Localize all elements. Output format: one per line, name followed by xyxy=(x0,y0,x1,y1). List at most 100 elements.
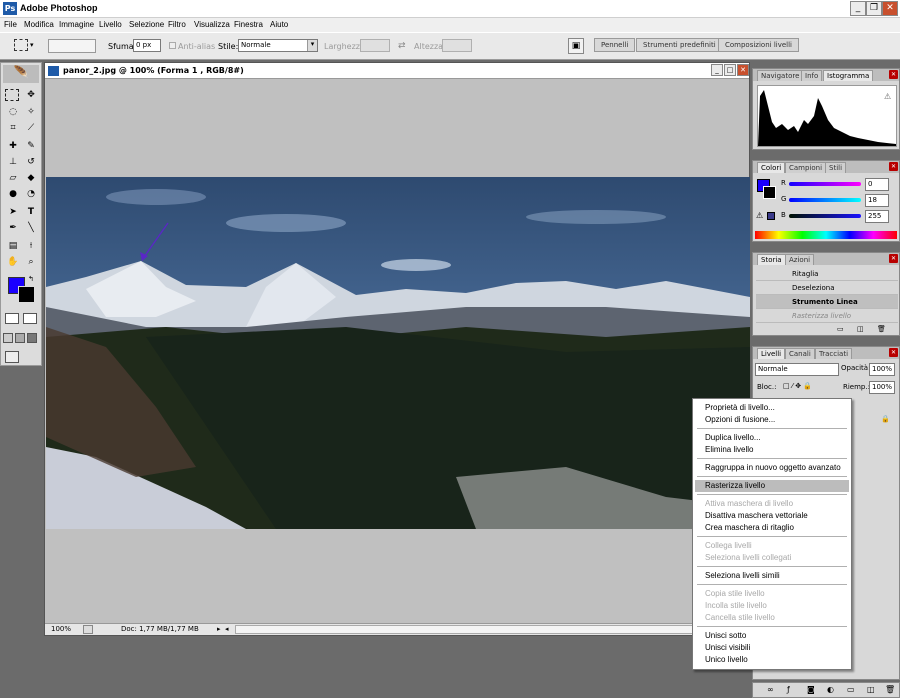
screen-mode-standard-icon[interactable] xyxy=(3,333,13,343)
tab-istogramma[interactable]: Istogramma xyxy=(823,70,874,81)
snapshot-icon[interactable]: ◫ xyxy=(857,325,864,333)
menu-visualizza[interactable]: Visualizza xyxy=(194,20,230,29)
context-menu-item[interactable]: Proprietà di livello... xyxy=(695,402,849,414)
menu-aiuto[interactable]: Aiuto xyxy=(270,20,288,29)
trash-icon[interactable]: 🗑 xyxy=(877,325,886,333)
tab-campioni[interactable]: Campioni xyxy=(785,162,827,173)
menu-livello[interactable]: Livello xyxy=(99,20,122,29)
close-icon[interactable]: ✕ xyxy=(889,254,898,263)
stile-select[interactable]: Normale xyxy=(238,39,318,52)
context-menu-item[interactable]: Opzioni di fusione... xyxy=(695,414,849,426)
sfuma-input[interactable]: 0 px xyxy=(133,39,161,52)
notes-icon[interactable]: ▤ xyxy=(5,239,21,253)
history-item[interactable]: Deseleziona xyxy=(756,281,898,295)
well-tab-composizioni[interactable]: Composizioni livelli xyxy=(718,38,799,52)
menu-modifica[interactable]: Modifica xyxy=(24,20,54,29)
path-selection-icon[interactable]: ➤ xyxy=(5,205,21,219)
history-item[interactable]: Rasterizza livello xyxy=(756,309,898,323)
context-menu-item[interactable]: Unico livello xyxy=(695,654,849,666)
status-options-icon[interactable] xyxy=(83,625,93,634)
context-menu-item[interactable]: Disattiva maschera vettoriale xyxy=(695,510,849,522)
hand-icon[interactable]: ✋ xyxy=(5,255,21,269)
context-menu-item[interactable]: Unisci sotto xyxy=(695,630,849,642)
tab-info[interactable]: Info xyxy=(801,70,823,81)
slice-icon[interactable]: ⟋ xyxy=(23,121,39,135)
history-item[interactable]: Ritaglia xyxy=(756,267,898,281)
tab-colori[interactable]: Colori xyxy=(757,162,786,173)
chevron-down-icon[interactable]: ▾ xyxy=(307,40,317,51)
close-icon[interactable]: ✕ xyxy=(737,64,749,76)
screen-mode-full-menu-icon[interactable] xyxy=(15,333,25,343)
link-layers-icon[interactable]: ∞ xyxy=(767,685,774,694)
context-menu-item[interactable]: Crea maschera di ritaglio xyxy=(695,522,849,534)
minimize-icon[interactable]: _ xyxy=(850,1,866,16)
lock-icons[interactable]: □ ⁄ ✥ 🔒 xyxy=(783,382,812,390)
layer-mask-icon[interactable]: ◙ xyxy=(807,685,815,694)
close-icon[interactable]: ✕ xyxy=(889,162,898,171)
blur-icon[interactable]: ● xyxy=(5,187,21,201)
type-icon[interactable]: T xyxy=(23,205,39,219)
context-menu-item[interactable]: Elimina livello xyxy=(695,444,849,456)
context-menu-item[interactable]: Duplica livello... xyxy=(695,432,849,444)
selection-mode-buttons[interactable] xyxy=(48,39,96,53)
new-group-icon[interactable]: ▭ xyxy=(847,685,855,694)
red-value[interactable]: 0 xyxy=(865,178,889,191)
zoom-level[interactable]: 100% xyxy=(51,625,71,633)
chevron-down-icon[interactable]: ▾ xyxy=(30,41,34,49)
adjustment-layer-icon[interactable]: ◐ xyxy=(827,685,834,694)
menu-filtro[interactable]: Filtro xyxy=(168,20,186,29)
clone-stamp-icon[interactable]: ⊥ xyxy=(5,155,21,169)
context-menu-item[interactable]: Rasterizza livello xyxy=(695,480,849,492)
close-icon[interactable]: ✕ xyxy=(882,1,898,16)
close-icon[interactable]: ✕ xyxy=(889,348,898,357)
menu-selezione[interactable]: Selezione xyxy=(129,20,164,29)
zoom-icon[interactable]: ⌕ xyxy=(23,255,39,269)
new-document-icon[interactable]: ▭ xyxy=(837,325,844,333)
antialias-checkbox[interactable] xyxy=(169,42,176,49)
menu-finestra[interactable]: Finestra xyxy=(234,20,263,29)
move-icon[interactable]: ✥ xyxy=(23,88,39,102)
quickmask-mode-icon[interactable] xyxy=(23,313,37,324)
lasso-icon[interactable]: ◌ xyxy=(5,105,21,119)
history-brush-icon[interactable]: ↺ xyxy=(23,155,39,169)
tab-storia[interactable]: Storia xyxy=(757,254,786,265)
blend-mode-select[interactable]: Normale xyxy=(755,363,839,376)
close-icon[interactable]: ✕ xyxy=(889,70,898,79)
minimize-icon[interactable]: _ xyxy=(711,64,723,76)
marquee-icon[interactable] xyxy=(5,89,19,101)
imageready-icon[interactable] xyxy=(5,351,19,363)
tab-livelli[interactable]: Livelli xyxy=(757,348,786,359)
background-color-swatch[interactable] xyxy=(763,186,776,199)
tab-azioni[interactable]: Azioni xyxy=(785,254,815,265)
well-tab-strumenti[interactable]: Strumenti predefiniti xyxy=(636,38,723,52)
fill-input[interactable]: 100% xyxy=(869,381,895,394)
warning-icon[interactable]: ⚠ xyxy=(884,92,891,101)
menu-file[interactable]: File xyxy=(4,20,17,29)
new-layer-icon[interactable]: ◫ xyxy=(867,685,875,694)
tab-stili[interactable]: Stili xyxy=(825,162,847,173)
swap-icon[interactable]: ⇄ xyxy=(398,41,406,51)
dodge-icon[interactable]: ◔ xyxy=(23,187,39,201)
healing-brush-icon[interactable]: ✚ xyxy=(5,139,21,153)
eyedropper-icon[interactable]: ⟊ xyxy=(23,239,39,253)
scroll-left-icon[interactable]: ◂ xyxy=(225,625,229,633)
history-item-active[interactable]: Strumento Linea xyxy=(756,295,898,309)
context-menu-item[interactable]: Seleziona livelli simili xyxy=(695,570,849,582)
screen-mode-full-icon[interactable] xyxy=(27,333,37,343)
trash-icon[interactable]: 🗑 xyxy=(885,685,895,694)
blue-slider[interactable] xyxy=(789,214,861,218)
swap-colors-icon[interactable]: ↰ xyxy=(28,275,34,283)
marquee-tool-icon[interactable] xyxy=(14,39,28,51)
layer-style-icon[interactable]: ƒ xyxy=(787,685,790,694)
blue-value[interactable]: 255 xyxy=(865,210,889,223)
green-slider[interactable] xyxy=(789,198,861,202)
color-ramp[interactable] xyxy=(755,231,897,239)
gamut-warning-icon[interactable]: ⚠ xyxy=(756,211,763,220)
larghezza-input[interactable] xyxy=(360,39,390,52)
context-menu-item[interactable]: Raggruppa in nuovo oggetto avanzato xyxy=(695,462,849,474)
altezza-input[interactable] xyxy=(442,39,472,52)
well-tab-pennelli[interactable]: Pennelli xyxy=(594,38,636,52)
web-safe-swatch[interactable] xyxy=(767,212,775,220)
eraser-icon[interactable]: ▱ xyxy=(5,171,21,185)
crop-icon[interactable]: ⌗ xyxy=(5,121,21,135)
